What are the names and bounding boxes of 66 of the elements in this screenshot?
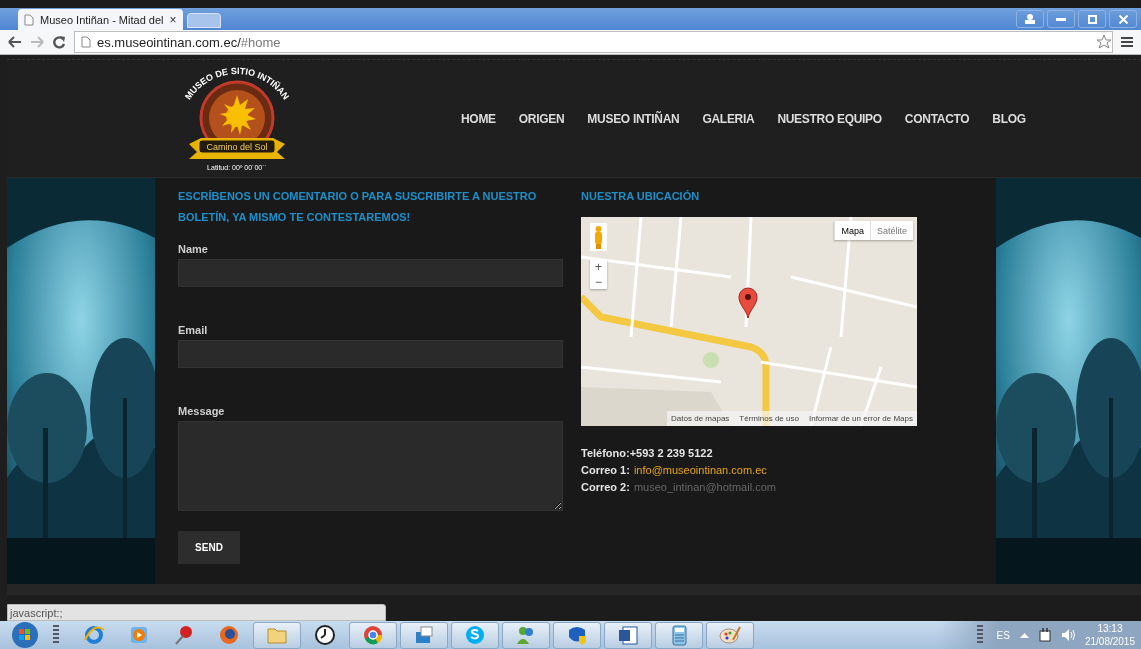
user-icon [1025, 14, 1035, 24]
nav-link[interactable]: NUESTRO EQUIPO [777, 112, 882, 126]
nav-link[interactable]: BLOG [992, 112, 1026, 126]
minimize-button[interactable] [1047, 10, 1075, 28]
contact-label: Correo 2: [581, 480, 630, 494]
firefox-icon [218, 624, 240, 646]
contact-label: Correo 1: [581, 463, 630, 477]
play-icon [128, 624, 150, 646]
pushpin-icon [173, 624, 195, 646]
field-label: Email [178, 324, 209, 336]
url-text: es.museointinan.com.ec/#home [97, 34, 281, 50]
chrome-icon [362, 624, 384, 646]
reload-icon[interactable] [52, 35, 66, 50]
nav-link[interactable]: CONTACTO [904, 112, 970, 126]
close-button[interactable] [1109, 10, 1137, 28]
star-icon[interactable] [1096, 34, 1112, 51]
page-icon [24, 13, 34, 26]
map-link[interactable]: Informar de un error de Maps [808, 414, 913, 423]
map-link[interactable]: Términos de uso [739, 414, 799, 423]
address-field[interactable]: es.museointinan.com.ec/#home [74, 31, 1113, 54]
photos-icon [413, 624, 435, 646]
palette-icon [719, 624, 741, 646]
map-link[interactable]: Datos de mapas [671, 414, 730, 423]
maximize-icon [1087, 14, 1097, 24]
email-link[interactable]: info@museointinan.com.ec [633, 463, 767, 477]
nav-link[interactable]: ORIGEN [518, 112, 565, 126]
message-field[interactable] [178, 421, 563, 511]
input-field[interactable] [178, 259, 563, 287]
back-icon[interactable] [8, 36, 22, 49]
contact-label: Teléfono:+593 2 239 5122 [581, 446, 713, 460]
map-marker-icon[interactable] [738, 287, 758, 319]
new-tab-button[interactable] [186, 13, 221, 29]
nav-link[interactable]: GALERIA [702, 112, 755, 126]
map-type-button[interactable]: Satélite [869, 221, 913, 240]
send-button[interactable]: SEND [178, 531, 240, 564]
menu-icon[interactable] [1121, 36, 1133, 49]
maximize-button[interactable] [1078, 10, 1106, 28]
field-label: Message [178, 405, 226, 417]
forward-icon[interactable] [30, 36, 44, 49]
page-icon [81, 36, 91, 49]
browser-icon [83, 624, 105, 646]
shield-icon [566, 624, 588, 646]
document-icon [617, 624, 639, 646]
field-label: Name [178, 243, 209, 255]
user-button[interactable] [1016, 10, 1044, 28]
map-type-button[interactable]: Mapa [834, 221, 870, 240]
clock-icon [314, 624, 336, 646]
skype-icon [464, 624, 486, 646]
close-icon [1118, 14, 1128, 24]
form-heading: ESCRÍBENOS UN COMENTARIO O PARA SUSCRIBIRTE A NUESTRO BOLETÍN, YA MISMO TE CONTESTAREMOS! [178, 189, 538, 225]
power-icon[interactable] [1038, 628, 1051, 642]
caret-icon[interactable] [1019, 632, 1029, 638]
zoom-out-button[interactable]: − [590, 274, 607, 289]
nav-link[interactable]: HOME [461, 112, 496, 126]
nav-link[interactable]: MUSEO INTIÑAN [587, 112, 680, 126]
volume-icon[interactable] [1060, 628, 1075, 642]
logo-ribbon-text: Camino del Sol [206, 142, 268, 152]
zoom-in-button[interactable]: + [590, 259, 607, 274]
taskbar-button[interactable] [604, 621, 652, 649]
minimize-icon [1056, 17, 1066, 21]
start-button[interactable] [9, 621, 41, 649]
input-field[interactable] [178, 340, 563, 368]
status-bubble: javascript:; [7, 604, 386, 621]
close-icon[interactable]: × [169, 12, 177, 27]
section-heading: NUESTRA UBICACIÓN [581, 189, 701, 204]
browser-tab[interactable]: Museo Intiñan - Mitad del × [18, 9, 183, 31]
